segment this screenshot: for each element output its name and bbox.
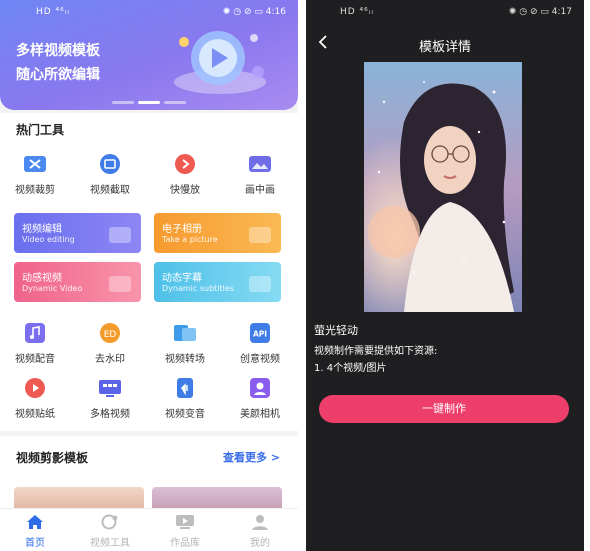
nav-bar: 模板详情 <box>306 30 584 58</box>
tool-video-capture[interactable]: 视频截取 <box>80 153 140 196</box>
tool-speed[interactable]: 快慢放 <box>155 153 215 196</box>
svg-text:API: API <box>253 330 267 339</box>
tool-label: 多格视频 <box>90 409 130 420</box>
tool-label: 快慢放 <box>170 185 200 196</box>
tab-works-library[interactable]: 作品库 <box>155 513 215 549</box>
tool-label: 画中画 <box>245 185 275 196</box>
card-decoration <box>249 276 271 292</box>
transition-icon <box>173 322 197 344</box>
bottom-tab-bar: 首页 视频工具 作品库 我的 <box>0 508 298 551</box>
picture-in-picture-icon <box>248 153 272 175</box>
tool-picture-in-picture[interactable]: 画中画 <box>230 153 290 196</box>
page-title: 模板详情 <box>418 40 471 55</box>
status-signal: HD ⁴⁶ᵢₗ <box>340 7 374 17</box>
voice-change-icon <box>173 377 197 399</box>
sticker-icon <box>23 377 47 399</box>
tab-label: 视频工具 <box>90 538 130 549</box>
works-library-icon <box>174 513 196 531</box>
card-decoration <box>109 276 131 292</box>
tool-label: 视频转场 <box>165 354 205 365</box>
banner-title-line1: 多样视频模板 <box>16 43 100 59</box>
one-click-make-button[interactable]: 一键制作 <box>319 395 569 423</box>
home-screen: HD ⁴⁶ᵢₗ ✺ ◷ ⊘ ▭ 4:16 多样视频模板 随心所欲编辑 热门工具 <box>0 0 298 551</box>
banner-pager <box>112 101 192 104</box>
card-decoration <box>109 227 131 243</box>
hot-tools-title: 热门工具 <box>16 123 65 137</box>
see-more-link[interactable]: 查看更多 > <box>223 449 280 465</box>
tool-label: 视频配音 <box>15 354 55 365</box>
banner-title-line2: 随心所欲编辑 <box>16 67 100 83</box>
speed-icon <box>173 153 197 175</box>
banner[interactable]: HD ⁴⁶ᵢₗ ✺ ◷ ⊘ ▭ 4:16 多样视频模板 随心所欲编辑 <box>0 0 298 110</box>
api-icon: API <box>248 322 272 344</box>
tool-beauty-camera[interactable]: 美颜相机 <box>230 377 290 420</box>
requirement-text: 视频制作需要提供如下资源: <box>314 346 438 357</box>
tool-label: 视频贴纸 <box>15 409 55 420</box>
card-dynamic-subtitles[interactable]: 动态字幕 Dynamic subtitles <box>154 262 281 302</box>
beauty-camera-icon <box>248 377 272 399</box>
status-time: ✺ ◷ ⊘ ▭ 4:16 <box>222 7 286 17</box>
tool-remove-watermark[interactable]: ED 去水印 <box>80 322 140 365</box>
template-preview-image[interactable] <box>364 62 522 312</box>
tool-label: 创意视频 <box>240 354 280 365</box>
resource-text: 1. 4个视频/图片 <box>314 363 387 374</box>
tab-label: 首页 <box>25 538 45 549</box>
tool-dubbing[interactable]: 视频配音 <box>5 322 65 365</box>
remove-watermark-icon: ED <box>98 322 122 344</box>
card-subtitle: Video editing <box>22 235 75 244</box>
card-subtitle: Take a picture <box>162 235 218 244</box>
tool-creative-video[interactable]: API 创意视频 <box>230 322 290 365</box>
tab-video-tools[interactable]: 视频工具 <box>80 513 140 549</box>
status-bar: HD ⁴⁶ᵢₗ ✺ ◷ ⊘ ▭ 4:17 <box>306 6 584 22</box>
card-dynamic-video[interactable]: 动感视频 Dynamic Video <box>14 262 141 302</box>
profile-icon <box>249 513 271 531</box>
template-thumbnail[interactable] <box>152 487 282 509</box>
template-detail-screen: HD ⁴⁶ᵢₗ ✺ ◷ ⊘ ▭ 4:17 模板详情 萤光轻动 视频制作需要提供如… <box>306 0 584 551</box>
template-thumbnail[interactable] <box>14 487 144 509</box>
tool-label: 视频变音 <box>165 409 205 420</box>
card-decoration <box>249 227 271 243</box>
card-photo-album[interactable]: 电子相册 Take a picture <box>154 213 281 253</box>
template-name: 萤光轻动 <box>314 324 358 337</box>
tool-transition[interactable]: 视频转场 <box>155 322 215 365</box>
tool-label: 视频截取 <box>90 185 130 196</box>
tools-panel: 热门工具 视频裁剪 视频截取 快慢放 画中画 视频编辑 Video editin… <box>0 113 298 431</box>
tool-video-crop[interactable]: 视频裁剪 <box>5 153 65 196</box>
tab-home[interactable]: 首页 <box>5 513 65 549</box>
home-icon <box>24 513 46 531</box>
card-title: 动感视频 <box>22 273 62 284</box>
tool-label: 去水印 <box>95 354 125 365</box>
tool-grid-video[interactable]: 多格视频 <box>80 377 140 420</box>
tab-label: 作品库 <box>170 538 200 549</box>
tab-label: 我的 <box>250 538 270 549</box>
video-tools-icon <box>99 513 121 531</box>
dubbing-icon <box>23 322 47 344</box>
card-title: 动态字幕 <box>162 273 202 284</box>
card-title: 电子相册 <box>162 224 202 235</box>
svg-text:ED: ED <box>104 330 117 340</box>
grid-video-icon <box>98 377 122 399</box>
tool-label: 视频裁剪 <box>15 185 55 196</box>
video-crop-icon <box>23 153 47 175</box>
status-time: ✺ ◷ ⊘ ▭ 4:17 <box>508 7 572 17</box>
tab-profile[interactable]: 我的 <box>230 513 290 549</box>
card-subtitle: Dynamic Video <box>22 284 83 293</box>
video-capture-icon <box>98 153 122 175</box>
tool-sticker[interactable]: 视频贴纸 <box>5 377 65 420</box>
card-title: 视频编辑 <box>22 224 62 235</box>
templates-title: 视频剪影模板 <box>16 451 89 465</box>
card-subtitle: Dynamic subtitles <box>162 284 234 293</box>
status-signal: HD ⁴⁶ᵢₗ <box>36 7 70 17</box>
tool-label: 美颜相机 <box>240 409 280 420</box>
card-video-editing[interactable]: 视频编辑 Video editing <box>14 213 141 253</box>
templates-section: 视频剪影模板 查看更多 > <box>0 436 298 509</box>
tool-voice-change[interactable]: 视频变音 <box>155 377 215 420</box>
banner-play-art-icon <box>174 31 266 94</box>
